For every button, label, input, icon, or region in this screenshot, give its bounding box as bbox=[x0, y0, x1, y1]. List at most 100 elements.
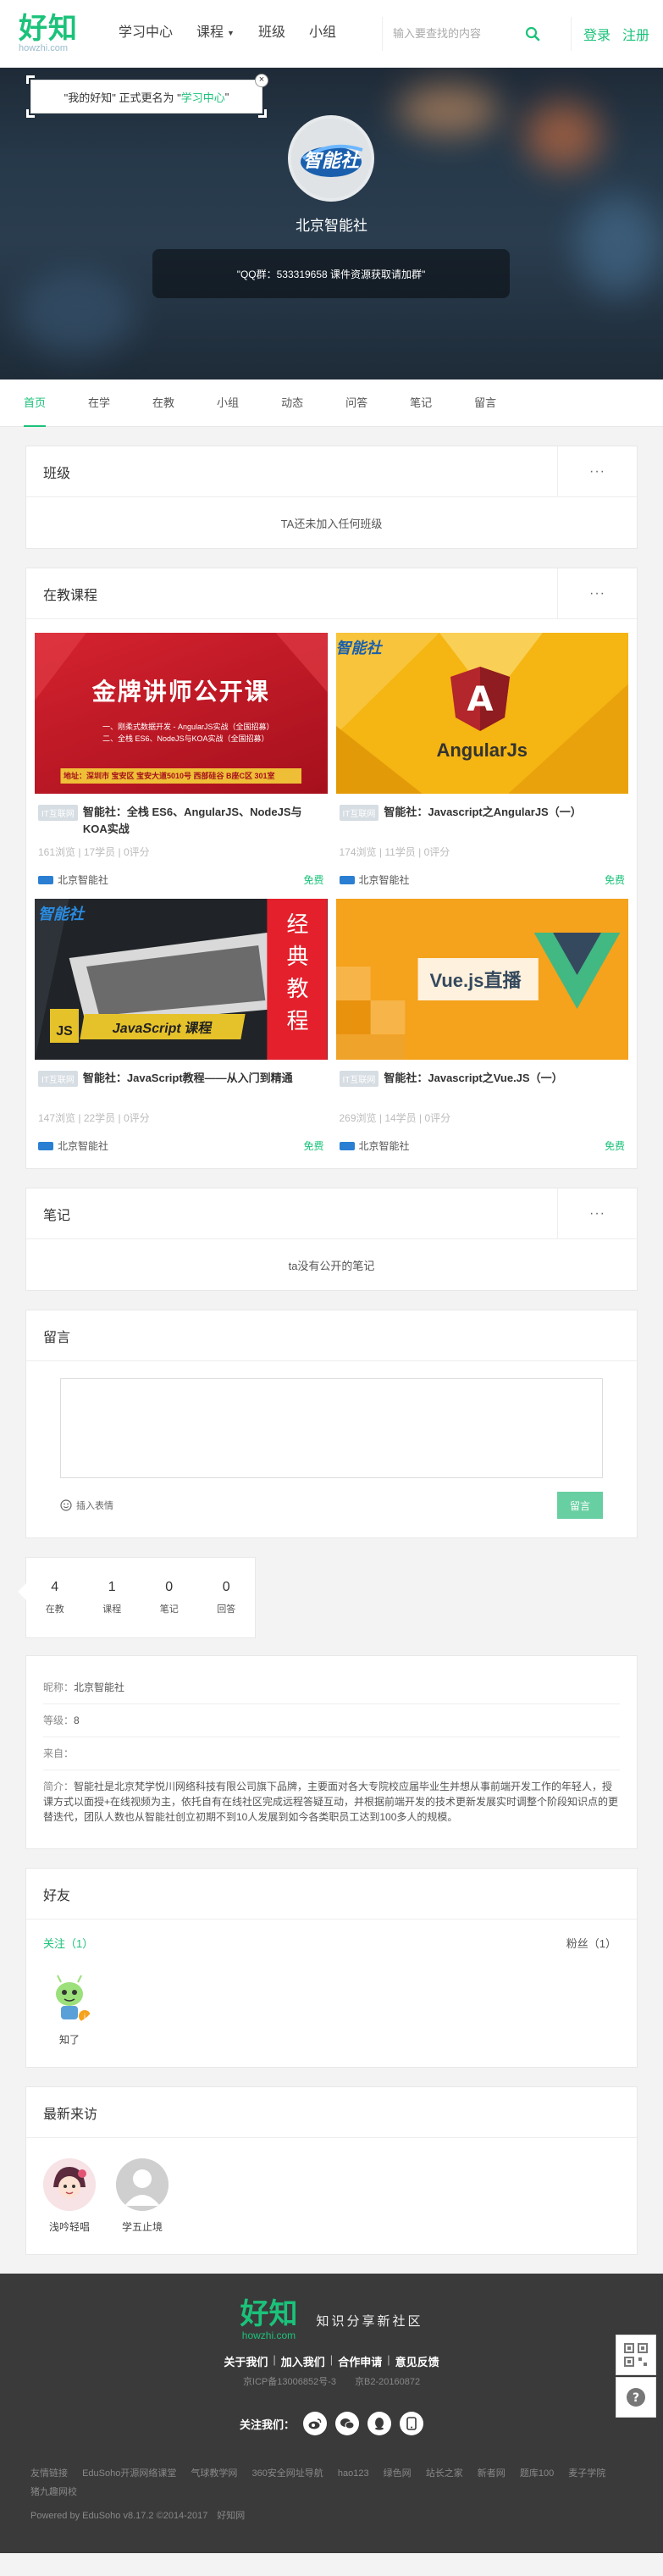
logo-subtitle: howzhi.com bbox=[19, 42, 69, 53]
more-button[interactable]: ··· bbox=[557, 446, 637, 497]
comment-textarea[interactable] bbox=[60, 1378, 603, 1478]
course-org[interactable]: 北京智能社 bbox=[339, 1138, 410, 1153]
footer-logo-block[interactable]: 好知 howzhi.com bbox=[240, 2299, 297, 2341]
tab-activity[interactable]: 动态 bbox=[281, 379, 303, 427]
footer-link-cooperate[interactable]: 合作申请 bbox=[338, 2353, 382, 2369]
followers-tab[interactable]: 粉丝（1） bbox=[566, 1935, 616, 1951]
login-link[interactable]: 登录 bbox=[583, 24, 611, 44]
course-title[interactable]: 智能社：Javascript之AngularJS（一） bbox=[384, 804, 581, 821]
visitor-name[interactable]: 浅吟轻唱 bbox=[49, 2219, 90, 2234]
course-org-name: 北京智能社 bbox=[358, 1140, 410, 1152]
course-title[interactable]: 智能社：Javascript之Vue.JS（一） bbox=[384, 1070, 562, 1087]
friend-link[interactable]: 新者网 bbox=[478, 2468, 506, 2479]
category-tag[interactable]: IT互联网 bbox=[38, 1071, 78, 1087]
logo-text[interactable]: 好知 bbox=[19, 14, 78, 43]
mobile-app-icon[interactable] bbox=[400, 2412, 423, 2435]
stat-number: 0 bbox=[222, 1580, 230, 1594]
empty-message: ta没有公开的笔记 bbox=[288, 1259, 375, 1272]
course-card[interactable]: 智能社 A AngularJs IT互联网 智能社：Javascript之Ang… bbox=[335, 633, 628, 887]
avatar[interactable] bbox=[43, 2158, 96, 2211]
course-org[interactable]: 北京智能社 bbox=[38, 1138, 108, 1153]
more-button[interactable]: ··· bbox=[557, 1188, 637, 1239]
visitors-panel: 最新来访 浅吟轻唱 学五止境 bbox=[25, 2086, 638, 2255]
footer-link-join[interactable]: 加入我们 bbox=[281, 2353, 325, 2369]
course-title[interactable]: 智能社：JavaScript教程——从入门到精通 bbox=[83, 1070, 293, 1087]
friend-link[interactable]: 气球教学网 bbox=[191, 2468, 237, 2479]
wechat-icon[interactable] bbox=[335, 2412, 359, 2435]
friend-name[interactable]: 知了 bbox=[59, 2032, 80, 2047]
friend-link[interactable]: 站长之家 bbox=[426, 2468, 463, 2479]
friend-link[interactable]: hao123 bbox=[338, 2468, 369, 2479]
card-footer: 北京智能社 免费 bbox=[339, 873, 625, 887]
visitor-item[interactable]: 浅吟轻唱 bbox=[43, 2158, 96, 2234]
course-thumbnail[interactable]: Vue.js直播 bbox=[335, 899, 628, 1060]
stat-notes[interactable]: 0 笔记 bbox=[141, 1580, 198, 1615]
category-tag[interactable]: IT互联网 bbox=[339, 805, 379, 821]
footer-link-about[interactable]: 关于我们 bbox=[224, 2353, 268, 2369]
tab-messages[interactable]: 留言 bbox=[474, 379, 496, 427]
close-icon[interactable]: × bbox=[255, 74, 268, 87]
course-thumbnail[interactable]: 智能社 A AngularJs bbox=[335, 633, 628, 794]
avatar[interactable]: i bbox=[43, 1971, 96, 2024]
panel-title: 在教课程 bbox=[43, 588, 98, 603]
help-button[interactable]: ? bbox=[616, 2377, 656, 2418]
tip-text-highlight[interactable]: 学习中心 bbox=[181, 89, 225, 105]
weibo-icon[interactable] bbox=[303, 2412, 327, 2435]
tab-notes[interactable]: 笔记 bbox=[410, 379, 432, 427]
friend-link[interactable]: EduSoho开源网络课堂 bbox=[82, 2468, 176, 2479]
category-tag[interactable]: IT互联网 bbox=[38, 805, 78, 821]
stat-answers[interactable]: 0 回答 bbox=[198, 1580, 256, 1615]
stat-teaching[interactable]: 4 在教 bbox=[26, 1580, 84, 1615]
nav-classes[interactable]: 班级 bbox=[246, 0, 297, 68]
tab-groups[interactable]: 小组 bbox=[217, 379, 239, 427]
course-card[interactable]: 金牌讲师公开课 一、刚柔式数据开发 - AngularJS实战（全国招募） 二、… bbox=[35, 633, 328, 887]
qq-icon[interactable] bbox=[367, 2412, 391, 2435]
course-thumbnail[interactable]: 智能社 JS JavaScript 课程 经 典 教 程 bbox=[35, 899, 328, 1060]
visitor-avatar-image bbox=[43, 2158, 96, 2211]
visitor-name[interactable]: 学五止境 bbox=[122, 2219, 163, 2234]
friend-link[interactable]: 麦子学院 bbox=[568, 2468, 605, 2479]
top-header: 好知 howzhi.com 学习中心 课程▼ 班级 小组 登录 注册 bbox=[0, 0, 663, 68]
register-link[interactable]: 注册 bbox=[622, 24, 649, 44]
tab-home[interactable]: 首页 bbox=[24, 379, 47, 427]
tab-questions[interactable]: 问答 bbox=[345, 379, 367, 427]
thumb-line: 一、刚柔式数据开发 - AngularJS实战（全国招募） bbox=[102, 723, 274, 731]
visitor-item[interactable]: 学五止境 bbox=[116, 2158, 169, 2234]
friend-link[interactable]: 题库100 bbox=[520, 2468, 554, 2479]
main-nav: 学习中心 课程 ▼ 班级 小组 bbox=[107, 0, 348, 68]
site-logo[interactable]: 好知 howzhi.com bbox=[19, 14, 78, 53]
category-tag[interactable]: IT互联网 bbox=[339, 1071, 379, 1087]
course-card[interactable]: Vue.js直播 IT互联网 智能社：Javascript之Vue.JS（一） … bbox=[335, 899, 628, 1153]
course-org[interactable]: 北京智能社 bbox=[339, 873, 410, 887]
friend-link[interactable]: 猪九趣网校 bbox=[30, 2487, 77, 2497]
search-input[interactable] bbox=[392, 27, 520, 40]
card-footer: 北京智能社 免费 bbox=[339, 1138, 625, 1153]
friend-item[interactable]: i 知了 bbox=[43, 1971, 96, 2047]
tab-learning[interactable]: 在学 bbox=[88, 379, 110, 427]
field-label: 昵称： bbox=[43, 1681, 75, 1693]
tab-teaching[interactable]: 在教 bbox=[152, 379, 174, 427]
course-card[interactable]: 智能社 JS JavaScript 课程 经 典 教 程 IT互联网 智能社：J… bbox=[35, 899, 328, 1153]
course-thumbnail[interactable]: 金牌讲师公开课 一、刚柔式数据开发 - AngularJS实战（全国招募） 二、… bbox=[35, 633, 328, 794]
qr-code-button[interactable] bbox=[616, 2335, 656, 2375]
stat-courses[interactable]: 1 课程 bbox=[84, 1580, 141, 1615]
nav-courses[interactable]: 课程 ▼ bbox=[185, 0, 246, 68]
profile-nickname: 昵称：北京智能社 bbox=[43, 1671, 620, 1704]
avatar[interactable] bbox=[116, 2158, 169, 2211]
more-button[interactable]: ··· bbox=[557, 568, 637, 619]
profile-info: 昵称：北京智能社 等级：8 来自： 简介：智能社是北京梵学悦川网络科技有限公司旗… bbox=[25, 1655, 638, 1849]
nav-learning-center[interactable]: 学习中心 bbox=[107, 0, 185, 68]
nav-groups[interactable]: 小组 bbox=[297, 0, 348, 68]
search-icon[interactable] bbox=[520, 21, 545, 47]
insert-emoji-button[interactable]: 插入表情 bbox=[60, 1499, 113, 1512]
banner-light bbox=[398, 85, 500, 136]
course-org[interactable]: 北京智能社 bbox=[38, 873, 108, 887]
stat-label: 课程 bbox=[102, 1604, 122, 1615]
profile-from: 来自： bbox=[43, 1737, 620, 1770]
friend-link[interactable]: 360安全网址导航 bbox=[251, 2468, 323, 2479]
submit-comment-button[interactable]: 留言 bbox=[557, 1492, 603, 1519]
friend-link[interactable]: 绿色网 bbox=[384, 2468, 412, 2479]
footer-link-feedback[interactable]: 意见反馈 bbox=[395, 2353, 439, 2369]
following-tab[interactable]: 关注（1） bbox=[43, 1935, 93, 1951]
course-title[interactable]: 智能社：全栈 ES6、AngularJS、NodeJS与KOA实战 bbox=[83, 804, 324, 838]
